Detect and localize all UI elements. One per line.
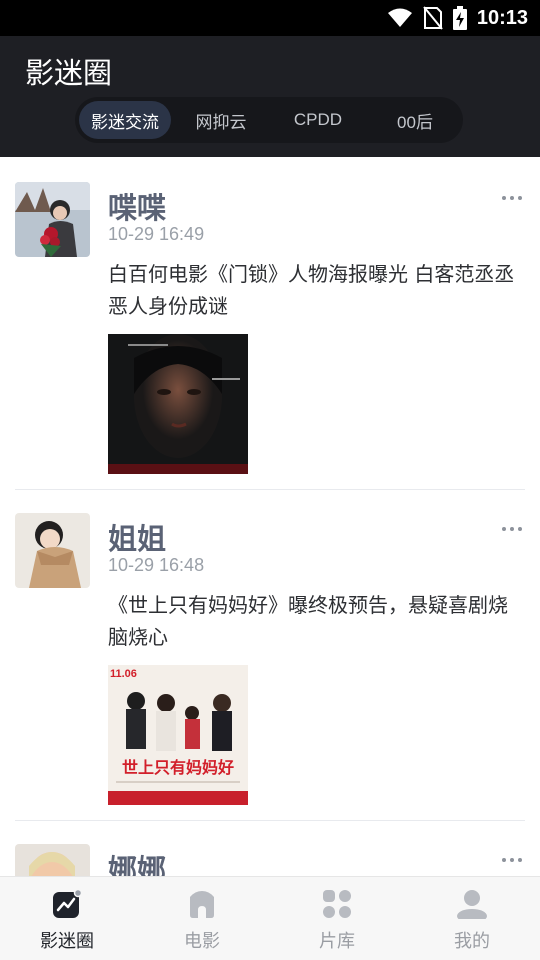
nav-item-mine[interactable]: 我的 <box>427 887 517 957</box>
post-item[interactable]: 娜娜 <box>0 844 540 876</box>
nav-label: 片库 <box>319 931 355 952</box>
post-content[interactable]: 白百何电影《门锁》人物海报曝光 白客范丞丞恶人身份成谜 <box>108 258 526 322</box>
username[interactable]: 喋喋 <box>108 185 166 227</box>
nav-item-movies[interactable]: 电影 <box>157 887 247 957</box>
movie-poster-image[interactable]: 11.06 世上只有妈妈好 <box>108 665 248 805</box>
post-item[interactable]: 喋喋 10-29 16:49 白百何电影《门锁》人物海报曝光 白客范丞丞恶人身份… <box>0 182 540 490</box>
nav-label: 我的 <box>454 931 490 952</box>
tab-cpdd[interactable]: CPDD <box>275 101 361 139</box>
timestamp: 10-29 16:49 <box>108 224 205 244</box>
nav-label: 影迷圈 <box>40 931 94 952</box>
tab-00s[interactable]: 00后 <box>373 101 457 139</box>
divider <box>15 489 525 490</box>
tab-bar: 影迷交流 网抑云 CPDD 00后 <box>75 97 463 143</box>
app-header: 影迷圈 影迷交流 网抑云 CPDD 00后 <box>0 36 540 157</box>
movie-poster-image[interactable] <box>108 334 248 474</box>
nav-item-movie-circle[interactable]: 影迷圈 <box>22 887 112 957</box>
user-icon <box>457 890 487 919</box>
more-icon[interactable] <box>502 527 522 531</box>
status-bar: 10:13 <box>0 0 540 36</box>
post-content[interactable]: 《世上只有妈妈好》曝终极预告，悬疑喜剧烧脑烧心 <box>108 589 526 653</box>
poster-title: 世上只有妈妈好 <box>122 758 234 777</box>
wifi-icon <box>387 8 412 27</box>
avatar[interactable] <box>15 513 90 588</box>
more-icon[interactable] <box>502 858 522 862</box>
tab-movie-fans[interactable]: 影迷交流 <box>79 101 171 139</box>
nav-label: 电影 <box>184 931 220 952</box>
avatar[interactable] <box>15 182 90 257</box>
timestamp: 10-29 16:48 <box>108 555 205 575</box>
home-icon <box>190 891 214 918</box>
post-feed[interactable]: 喋喋 10-29 16:49 白百何电影《门锁》人物海报曝光 白客范丞丞恶人身份… <box>0 157 540 876</box>
status-icons: 10:13 <box>387 4 528 32</box>
no-sim-icon <box>423 6 443 30</box>
username[interactable]: 娜娜 <box>108 847 166 876</box>
nav-item-library[interactable]: 片库 <box>292 887 382 957</box>
clock: 10:13 <box>476 6 528 29</box>
page-title: 影迷圈 <box>25 56 113 90</box>
post-item[interactable]: 姐姐 10-29 16:48 《世上只有妈妈好》曝终极预告，悬疑喜剧烧脑烧心 1… <box>0 513 540 821</box>
poster-date: 11.06 <box>110 668 137 680</box>
more-icon[interactable] <box>502 196 522 200</box>
battery-charging-icon <box>452 6 467 30</box>
tab-wangyiyun[interactable]: 网抑云 <box>179 101 263 139</box>
avatar[interactable] <box>15 844 90 876</box>
divider <box>15 820 525 821</box>
grid-icon <box>323 890 351 918</box>
bottom-nav: 影迷圈 电影 片库 我的 <box>0 876 540 960</box>
chart-icon <box>53 889 82 918</box>
username[interactable]: 姐姐 <box>108 516 166 558</box>
